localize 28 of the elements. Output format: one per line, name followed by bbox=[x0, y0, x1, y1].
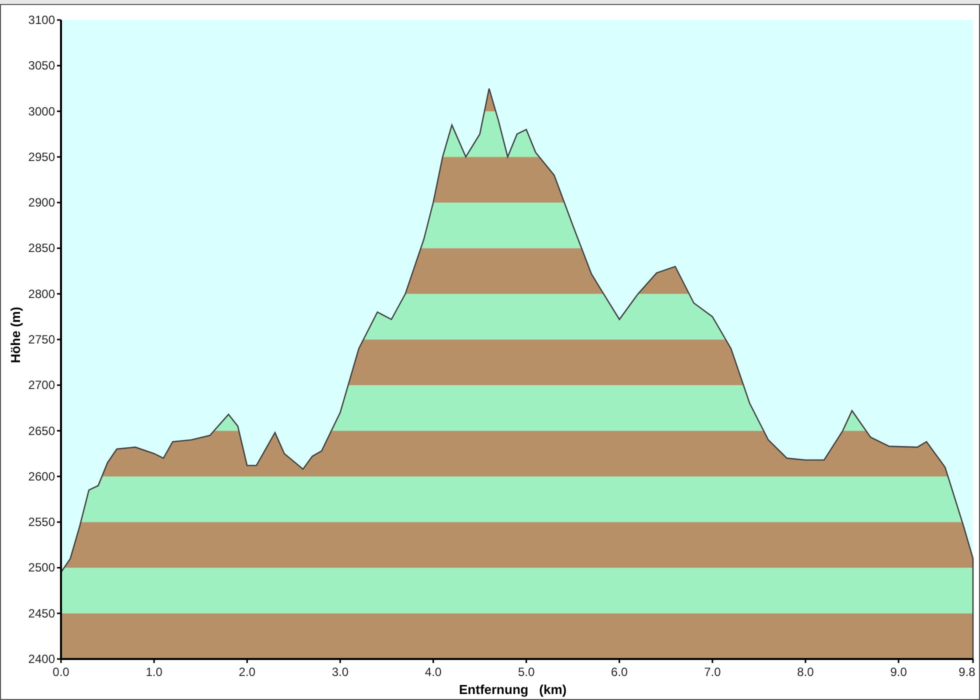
y-tick-label: 3050 bbox=[28, 58, 55, 73]
x-tick-label: 7.0 bbox=[704, 665, 721, 679]
y-tick-label: 2550 bbox=[28, 515, 55, 530]
y-tick-label: 2700 bbox=[28, 378, 55, 392]
x-tick-label: 2.0 bbox=[238, 665, 256, 679]
y-tick-label: 2950 bbox=[28, 150, 55, 164]
y-tick-label: 3100 bbox=[28, 13, 55, 27]
x-tick-label: 3.0 bbox=[332, 665, 349, 679]
y-tick-label: 2500 bbox=[28, 560, 55, 575]
y-tick-label: 2750 bbox=[28, 332, 55, 346]
x-tick-label: 9.0 bbox=[890, 665, 907, 679]
x-axis-title: Entfernung (km) bbox=[459, 682, 567, 697]
x-tick-label: 6.0 bbox=[611, 665, 628, 679]
y-tick-label: 2650 bbox=[28, 424, 55, 438]
y-tick-label: 2850 bbox=[28, 241, 55, 256]
x-tick-label: 0.0 bbox=[52, 665, 70, 679]
y-tick-label: 2450 bbox=[28, 606, 55, 620]
x-tick-label: 1.0 bbox=[146, 665, 162, 679]
y-tick-label: 3000 bbox=[28, 104, 55, 118]
y-tick-label: 2600 bbox=[28, 469, 55, 484]
x-tick-label: 4.0 bbox=[424, 665, 442, 679]
y-tick-label: 2900 bbox=[28, 196, 55, 210]
y-tick-label: 2400 bbox=[28, 652, 55, 666]
x-tick-label: 5.0 bbox=[518, 665, 535, 679]
x-tick-label: 9.8 bbox=[958, 665, 976, 679]
y-axis-title: Höhe (m) bbox=[8, 306, 23, 364]
x-tick-label: 8.0 bbox=[797, 665, 814, 679]
y-tick-label: 2800 bbox=[28, 286, 55, 301]
